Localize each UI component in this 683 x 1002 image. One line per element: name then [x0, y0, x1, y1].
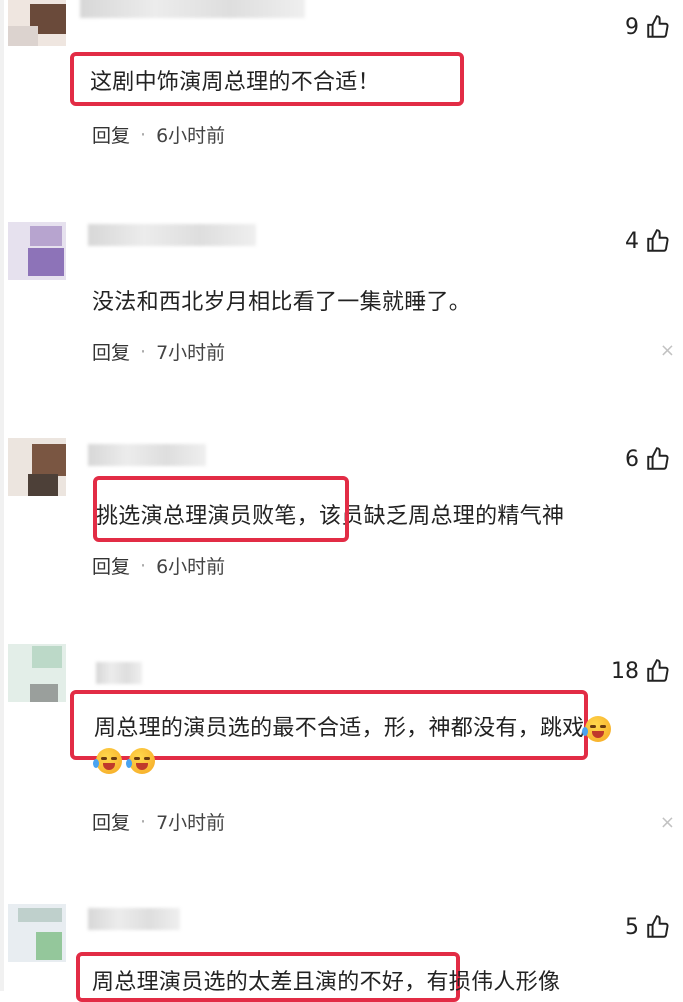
thumbs-up-icon	[647, 447, 669, 470]
timestamp: 6小时前	[156, 125, 226, 147]
separator-dot: ·	[140, 554, 147, 577]
avatar[interactable]	[8, 438, 66, 496]
avatar[interactable]	[8, 644, 66, 702]
highlight-box	[93, 476, 349, 542]
reply-button[interactable]: 回复	[92, 808, 130, 835]
avatar[interactable]	[8, 222, 66, 280]
like-button[interactable]: 5	[625, 914, 671, 940]
close-icon[interactable]: ×	[660, 812, 675, 833]
reply-button[interactable]: 回复	[92, 338, 130, 365]
left-edge	[0, 0, 4, 991]
crying-laughing-emoji-icon	[93, 748, 122, 774]
separator-dot: ·	[140, 123, 147, 146]
timestamp: 6小时前	[156, 556, 226, 578]
like-button[interactable]: 9	[625, 14, 671, 40]
comment-text: 周总理演员选的太差且演的不好，有损伟人形像	[92, 970, 561, 995]
like-button[interactable]: 18	[611, 658, 671, 684]
separator-dot: ·	[140, 340, 147, 363]
comment-meta: 回复 · 7小时前	[92, 808, 225, 835]
thumbs-up-icon	[647, 229, 669, 252]
timestamp: 7小时前	[156, 812, 226, 834]
like-button[interactable]: 6	[625, 446, 671, 472]
like-button[interactable]: 4	[625, 228, 671, 254]
close-icon[interactable]: ×	[660, 340, 675, 361]
like-count: 5	[625, 914, 639, 940]
username-blurred[interactable]	[88, 908, 180, 930]
comment-text: 周总理的演员选的最不合适，形，神都没有，跳戏	[94, 710, 611, 742]
timestamp: 7小时前	[156, 342, 226, 364]
username-blurred[interactable]	[88, 224, 256, 246]
reply-button[interactable]: 回复	[92, 552, 130, 579]
username-blurred[interactable]	[96, 662, 142, 684]
like-count: 9	[625, 14, 639, 40]
avatar[interactable]	[8, 0, 66, 46]
comment-meta: 回复 · 6小时前	[92, 552, 225, 579]
thumbs-up-icon	[647, 659, 669, 682]
like-count: 4	[625, 228, 639, 254]
emoji-row	[93, 748, 156, 774]
reply-button[interactable]: 回复	[92, 121, 130, 148]
separator-dot: ·	[140, 810, 147, 833]
username-blurred[interactable]	[88, 444, 206, 466]
thumbs-up-icon	[647, 15, 669, 38]
crying-laughing-emoji-icon	[126, 748, 156, 774]
thumbs-up-icon	[647, 915, 669, 938]
comment-meta: 回复 · 7小时前	[92, 338, 225, 365]
like-count: 18	[611, 658, 639, 684]
like-count: 6	[625, 446, 639, 472]
comment-text: 没法和西北岁月相比看了一集就睡了。	[92, 290, 472, 315]
comment-meta: 回复 · 6小时前	[92, 121, 225, 148]
avatar[interactable]	[8, 904, 66, 962]
comment-text: 这剧中饰演周总理的不合适！	[90, 70, 380, 95]
crying-laughing-emoji-icon	[581, 716, 611, 742]
username-blurred[interactable]	[80, 0, 305, 18]
comment-text-body: 周总理的演员选的最不合适，形，神都没有，跳戏	[94, 716, 585, 741]
